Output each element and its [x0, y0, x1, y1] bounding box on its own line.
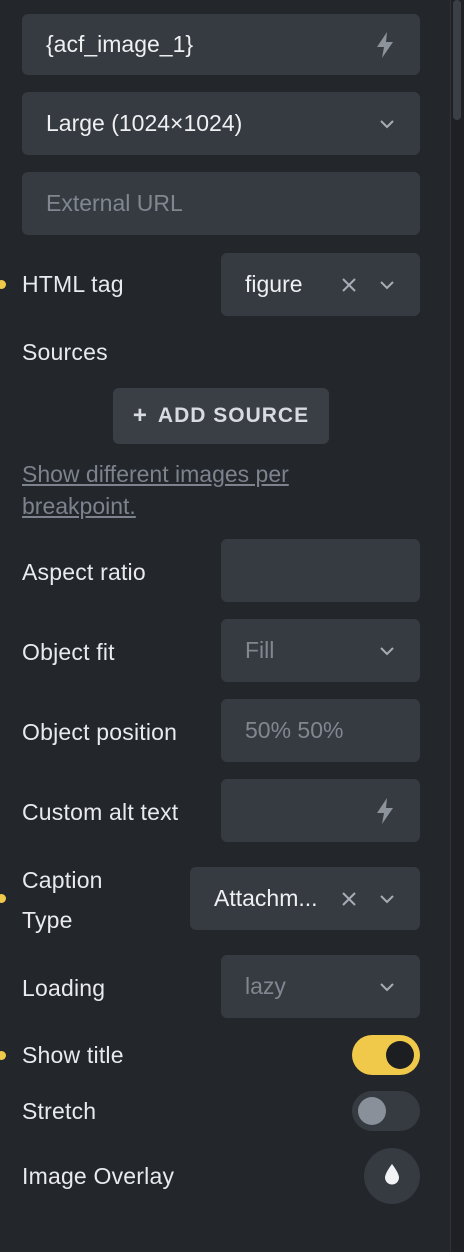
bolt-icon[interactable]	[374, 797, 396, 825]
loading-placeholder: lazy	[245, 973, 286, 999]
add-source-label: ADD SOURCE	[157, 404, 310, 427]
stretch-toggle[interactable]	[352, 1091, 420, 1131]
object-fit-placeholder: Fill	[245, 637, 275, 663]
object-position-label: Object position	[22, 719, 178, 745]
toggle-knob	[386, 1041, 414, 1069]
html-tag-select[interactable]: figure	[221, 253, 420, 316]
bolt-icon[interactable]	[374, 31, 396, 59]
caption-type-label-line1: Caption	[22, 867, 103, 893]
image-overlay-button[interactable]	[364, 1148, 420, 1204]
plus-icon: +	[132, 402, 148, 429]
chevron-down-icon	[378, 115, 396, 133]
modified-indicator	[0, 280, 6, 289]
chevron-down-icon	[378, 978, 396, 996]
panel-scrollbar[interactable]	[450, 0, 464, 1252]
caption-type-select[interactable]: Attachm...	[190, 867, 420, 930]
droplet-icon	[382, 1162, 402, 1191]
html-tag-label: HTML tag	[22, 271, 124, 297]
object-position-input[interactable]: 50% 50%	[221, 699, 420, 762]
modified-indicator	[0, 1051, 6, 1060]
image-overlay-label: Image Overlay	[22, 1163, 175, 1189]
caption-type-value: Attachm...	[214, 885, 318, 911]
sources-label: Sources	[22, 339, 108, 365]
caption-type-label-line2: Type	[22, 907, 73, 933]
chevron-down-icon	[378, 642, 396, 660]
object-fit-select[interactable]: Fill	[221, 619, 420, 682]
custom-alt-input[interactable]	[221, 779, 420, 842]
external-url-placeholder: External URL	[46, 190, 183, 216]
clear-icon[interactable]	[340, 890, 358, 908]
stretch-label: Stretch	[22, 1098, 97, 1124]
image-size-select[interactable]: Large (1024×1024)	[22, 92, 420, 155]
image-size-value: Large (1024×1024)	[46, 110, 243, 136]
show-title-toggle[interactable]	[352, 1035, 420, 1075]
aspect-ratio-input[interactable]	[221, 539, 420, 602]
image-source-value: {acf_image_1}	[46, 31, 194, 57]
custom-alt-label: Custom alt text	[22, 799, 179, 825]
add-source-button[interactable]: + ADD SOURCE	[113, 388, 329, 444]
html-tag-value: figure	[245, 271, 303, 297]
image-source-field[interactable]: {acf_image_1}	[22, 14, 420, 75]
chevron-down-icon	[378, 276, 396, 294]
aspect-ratio-label: Aspect ratio	[22, 559, 146, 585]
modified-indicator	[0, 894, 6, 903]
loading-label: Loading	[22, 975, 106, 1001]
external-url-input[interactable]: External URL	[22, 172, 420, 235]
breakpoint-help-link[interactable]: Show different images per breakpoint.	[22, 458, 342, 522]
chevron-down-icon	[378, 890, 396, 908]
toggle-knob	[358, 1097, 386, 1125]
object-fit-label: Object fit	[22, 639, 115, 665]
show-title-label: Show title	[22, 1042, 124, 1068]
loading-select[interactable]: lazy	[221, 955, 420, 1018]
object-position-placeholder: 50% 50%	[245, 717, 344, 743]
scrollbar-thumb[interactable]	[453, 0, 461, 120]
clear-icon[interactable]	[340, 276, 358, 294]
